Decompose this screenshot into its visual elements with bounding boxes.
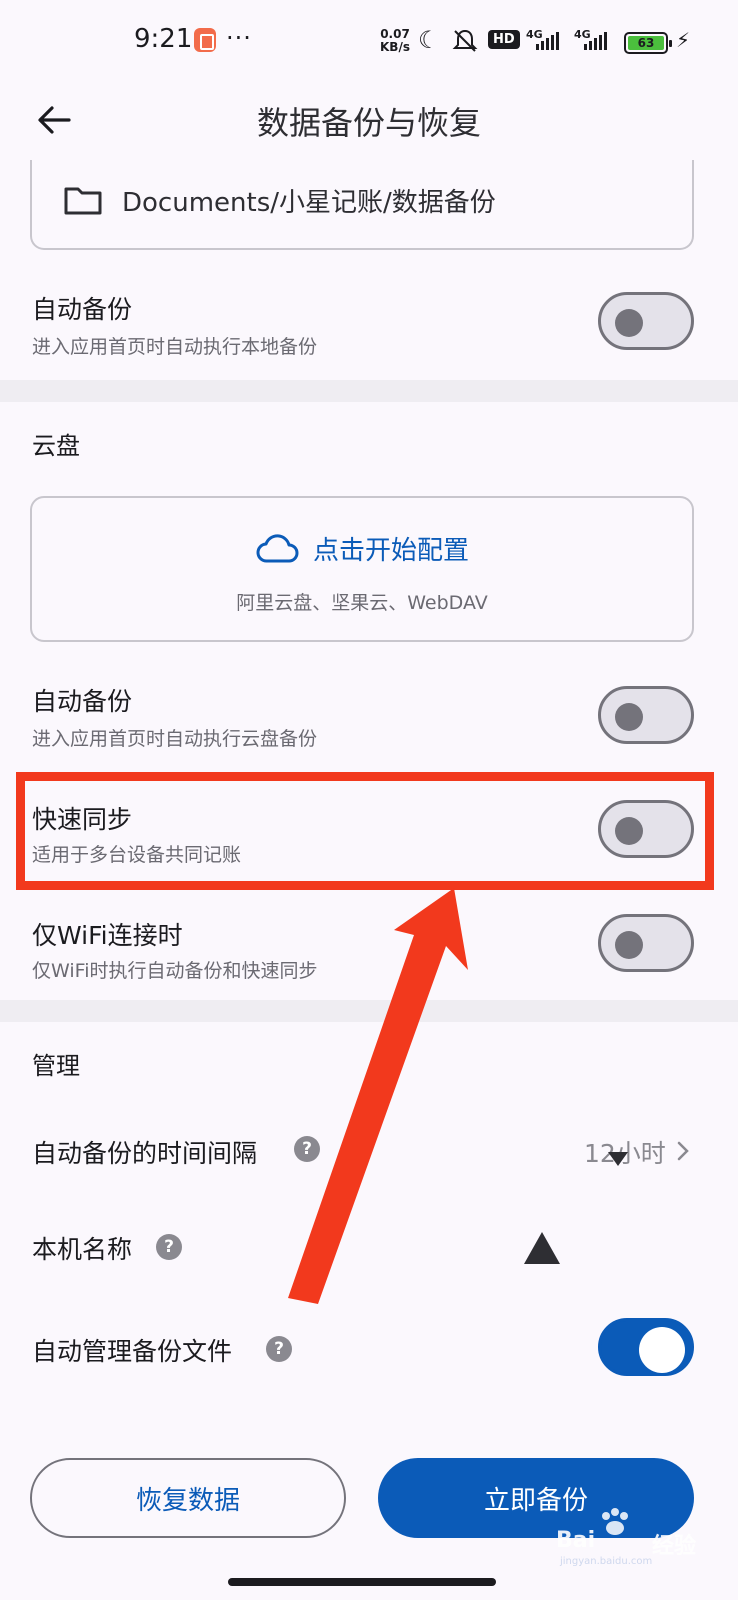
device-name-title: 本机名称 (32, 1235, 133, 1264)
wifi-only-toggle[interactable] (598, 914, 694, 972)
cloud-auto-backup-row[interactable]: 自动备份 进入应用首页时自动执行云盘备份 (0, 672, 738, 762)
wifi-only-title: 仅WiFi连接时 (32, 921, 183, 950)
configure-cloud-link[interactable]: 点击开始配置 (313, 530, 469, 567)
wifi-only-row[interactable]: 仅WiFi连接时 仅WiFi时执行自动备份和快速同步 (0, 906, 738, 996)
app-notification-icon (194, 28, 216, 52)
toggle-knob (615, 703, 643, 731)
toggle-knob (639, 1327, 685, 1373)
auto-manage-title: 自动管理备份文件 (32, 1337, 233, 1366)
hd-voice-icon: HD (488, 30, 520, 49)
watermark-url: jingyan.baidu.com (560, 1556, 653, 1567)
section-divider (0, 380, 738, 402)
charging-icon: ⚡ (676, 28, 691, 52)
local-auto-backup-row[interactable]: 自动备份 进入应用首页时自动执行本地备份 (0, 280, 738, 370)
status-time: 9:21 (134, 24, 193, 54)
cloud-auto-backup-subtitle: 进入应用首页时自动执行云盘备份 (32, 728, 318, 750)
annotation-highlight-box (16, 772, 714, 890)
caret-down-icon (608, 1152, 628, 1166)
backup-path-text: Documents/小星记账/数据备份 (122, 187, 496, 218)
signal-bars-1-icon (536, 32, 559, 50)
help-icon[interactable]: ? (156, 1234, 182, 1260)
battery-level: 63 (628, 36, 664, 50)
moon-icon: ☾ (418, 26, 440, 54)
backup-path-card[interactable]: Documents/小星记账/数据备份 (30, 160, 694, 250)
page-title: 数据备份与恢复 (256, 104, 481, 142)
battery-icon: 63 (624, 32, 672, 54)
backup-interval-title: 自动备份的时间间隔 (32, 1139, 258, 1168)
help-icon[interactable]: ? (266, 1336, 292, 1362)
caret-up-icon (524, 1232, 560, 1264)
status-bar: 9:21 ··· 0.07 KB/s ☾ HD 4G 4G 63 ⚡ (0, 0, 738, 86)
watermark-brand-2: 经验 (652, 1534, 697, 1559)
signal-bars-2-icon (584, 32, 607, 50)
help-icon[interactable]: ? (294, 1136, 320, 1162)
baidu-watermark: Bai 经验 jingyan.baidu.com (556, 1508, 732, 1567)
toggle-knob (615, 309, 643, 337)
paw-icon (602, 1508, 628, 1535)
device-name-row[interactable]: 本机名称 ? (0, 1216, 738, 1280)
more-notifications-icon: ··· (226, 24, 252, 52)
section-divider (0, 1000, 738, 1022)
local-auto-backup-title: 自动备份 (32, 295, 133, 324)
auto-manage-toggle[interactable] (598, 1318, 694, 1376)
toggle-knob (615, 931, 643, 959)
cloud-providers-text: 阿里云盘、坚果云、WebDAV (236, 592, 488, 614)
cloud-icon (256, 533, 299, 562)
cloud-config-card[interactable]: 点击开始配置 阿里云盘、坚果云、WebDAV (30, 496, 694, 642)
watermark-brand: Bai (556, 1528, 596, 1553)
cloud-auto-backup-toggle[interactable] (598, 686, 694, 744)
backup-interval-row[interactable]: 自动备份的时间间隔 ? 12小时 (0, 1120, 738, 1184)
cloud-config-line: 点击开始配置 (32, 530, 692, 567)
local-auto-backup-subtitle: 进入应用首页时自动执行本地备份 (32, 336, 318, 358)
folder-icon (64, 187, 102, 215)
restore-data-button[interactable]: 恢复数据 (30, 1458, 346, 1538)
manage-section-label: 管理 (32, 1052, 80, 1080)
wifi-only-subtitle: 仅WiFi时执行自动备份和快速同步 (32, 960, 318, 982)
auto-manage-row[interactable]: 自动管理备份文件 ? (0, 1314, 738, 1384)
home-indicator[interactable] (228, 1578, 496, 1586)
cloud-section-label: 云盘 (32, 432, 80, 460)
network-speed: 0.07 KB/s (380, 28, 410, 54)
chevron-right-icon (677, 1141, 689, 1161)
bell-off-icon (452, 29, 478, 52)
network-speed-unit: KB/s (380, 40, 410, 54)
local-auto-backup-toggle[interactable] (598, 292, 694, 350)
cloud-auto-backup-title: 自动备份 (32, 687, 133, 716)
